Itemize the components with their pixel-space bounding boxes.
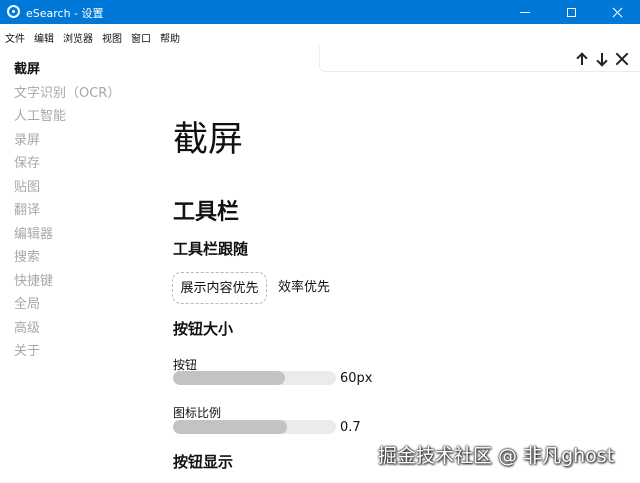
icon-ratio-slider[interactable] — [173, 420, 336, 434]
close-icon — [612, 7, 623, 18]
icon-ratio-label: 图标比例 — [173, 406, 222, 420]
find-bar — [319, 46, 640, 72]
menu-view[interactable]: 视图 — [97, 26, 126, 46]
icon-ratio-slider-fill — [173, 420, 288, 434]
sidebar-item-global[interactable]: 全局 — [14, 293, 154, 317]
menu-help[interactable]: 帮助 — [155, 26, 184, 46]
find-next-button[interactable] — [593, 50, 611, 68]
window-title: eSearch - 设置 — [26, 7, 104, 20]
sidebar-item-record[interactable]: 录屏 — [14, 129, 154, 153]
sidebar-item-ocr[interactable]: 文字识别（OCR） — [14, 82, 154, 106]
sidebar-item-ai[interactable]: 人工智能 — [14, 105, 154, 129]
sidebar-item-search[interactable]: 搜索 — [14, 246, 154, 270]
minimize-button[interactable] — [502, 0, 548, 24]
menu-edit[interactable]: 编辑 — [29, 26, 58, 46]
minimize-icon — [520, 11, 530, 13]
find-close-button[interactable] — [613, 50, 631, 68]
section-toolbar-heading: 工具栏 — [173, 200, 240, 225]
button-size-heading: 按钮大小 — [173, 320, 234, 338]
button-size-slider-fill — [173, 371, 286, 385]
sidebar-item-translate[interactable]: 翻译 — [14, 199, 154, 223]
close-icon — [615, 52, 629, 66]
title-bar: eSearch - 设置 — [0, 0, 640, 24]
find-previous-button[interactable] — [573, 50, 591, 68]
sidebar-item-screenshot[interactable]: 截屏 — [14, 58, 154, 82]
button-size-value: 60px — [340, 371, 373, 386]
button-size-slider[interactable] — [173, 371, 336, 385]
sidebar-item-advanced[interactable]: 高级 — [14, 317, 154, 341]
maximize-icon — [566, 7, 576, 17]
page-title: 截屏 — [173, 120, 244, 160]
menu-bar: 文件 编辑 浏览器 视图 窗口 帮助 — [0, 26, 184, 46]
toolbar-follow-heading: 工具栏跟随 — [173, 240, 249, 258]
close-button[interactable] — [594, 0, 640, 24]
maximize-button[interactable] — [548, 0, 594, 24]
arrow-down-icon — [596, 52, 608, 67]
sidebar-item-editor[interactable]: 编辑器 — [14, 223, 154, 247]
menu-file[interactable]: 文件 — [0, 26, 29, 46]
sidebar-item-save[interactable]: 保存 — [14, 152, 154, 176]
sidebar-item-about[interactable]: 关于 — [14, 340, 154, 364]
option-content-first[interactable]: 展示内容优先 — [172, 272, 267, 304]
sidebar-item-shortcuts[interactable]: 快捷键 — [14, 270, 154, 294]
menu-browser[interactable]: 浏览器 — [58, 26, 97, 46]
button-display-heading: 按钮显示 — [173, 453, 234, 471]
watermark-text: 掘金技术社区 @ 非凡ghost — [378, 445, 615, 467]
sidebar-item-pin[interactable]: 贴图 — [14, 176, 154, 200]
icon-ratio-value: 0.7 — [340, 420, 361, 435]
menu-window[interactable]: 窗口 — [126, 26, 155, 46]
app-icon — [7, 5, 20, 18]
settings-sidebar: 截屏 文字识别（OCR） 人工智能 录屏 保存 贴图 翻译 编辑器 搜索 快捷键… — [14, 58, 154, 364]
arrow-up-icon — [576, 52, 588, 66]
option-efficiency-first[interactable]: 效率优先 — [278, 272, 330, 304]
